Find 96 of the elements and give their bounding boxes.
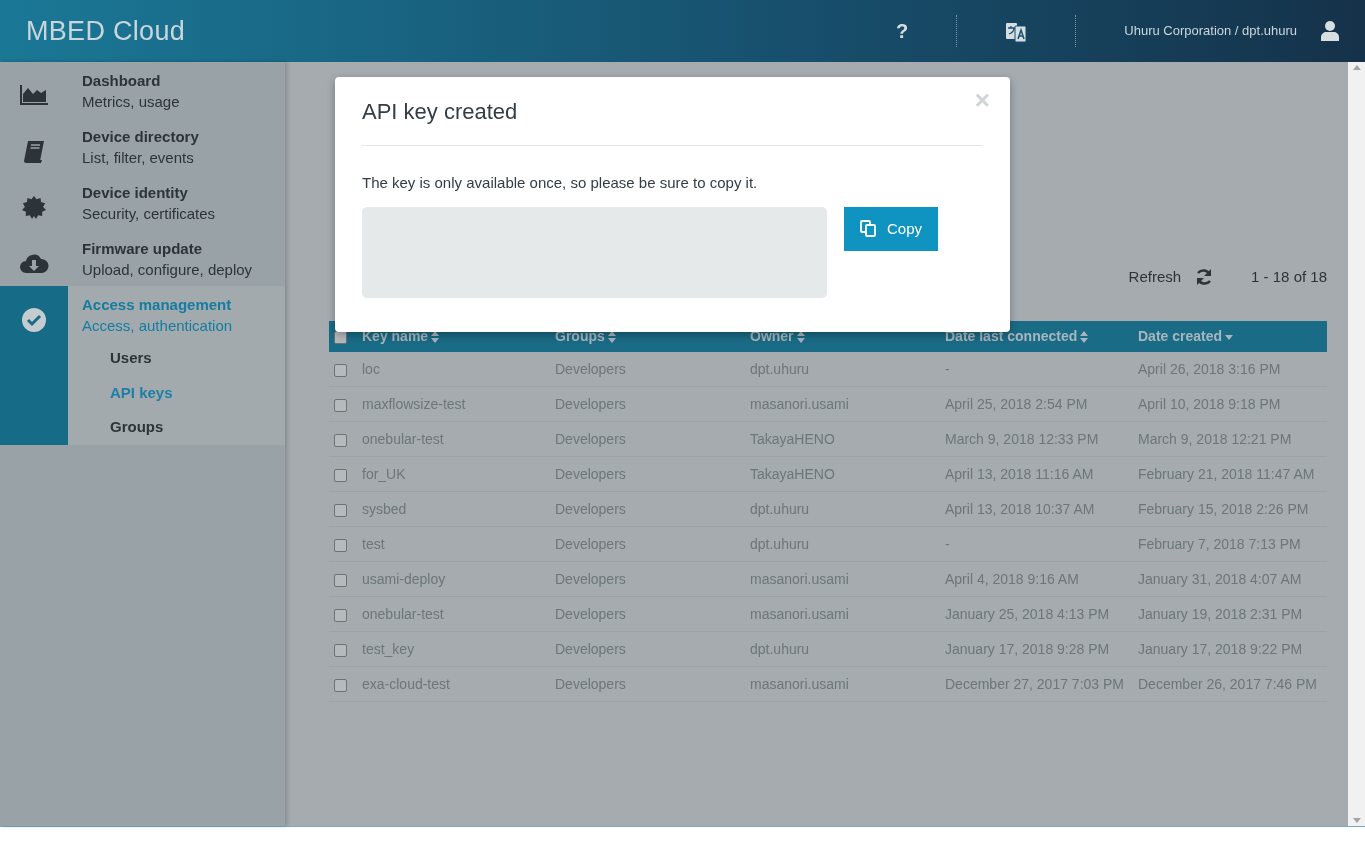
row-checkbox[interactable]	[334, 363, 347, 377]
table-cell: Developers	[555, 431, 626, 447]
translate-icon[interactable]	[1005, 20, 1028, 43]
nav-subtitle: Upload, configure, deploy	[82, 260, 254, 281]
table-cell: February 15, 2018 2:26 PM	[1138, 501, 1309, 517]
table-cell: January 25, 2018 4:13 PM	[945, 606, 1110, 622]
nav-title[interactable]: Access management	[82, 295, 285, 316]
table-cell: masanori.usami	[750, 396, 849, 412]
modal-message: The key is only available once, so please be sure to copy it.	[362, 173, 759, 194]
cloud-download-icon	[19, 252, 49, 274]
pagination-label: 1 - 18 of 18	[1251, 266, 1327, 287]
row-checkbox[interactable]	[334, 608, 347, 622]
table-cell: -	[945, 536, 950, 552]
logo[interactable]: MBED Cloud	[26, 10, 186, 52]
table-cell: Developers	[555, 571, 626, 587]
nav-title[interactable]: Device directory	[82, 127, 285, 148]
row-checkbox[interactable]	[334, 468, 347, 482]
table-cell: dpt.uhuru	[750, 361, 810, 377]
row-checkbox[interactable]	[334, 678, 347, 692]
account-name[interactable]: Uhuru Corporation / dpt.uhuru	[1124, 21, 1297, 41]
table-cell: January 17, 2018 9:28 PM	[945, 641, 1110, 657]
table-cell: April 4, 2018 9:16 AM	[945, 571, 1079, 587]
nav-title[interactable]: Firmware update	[82, 239, 285, 260]
table-cell: December 26, 2017 7:46 PM	[1138, 676, 1317, 692]
table-cell: April 10, 2018 9:18 PM	[1138, 396, 1281, 412]
key-name-link[interactable]: for_UK	[362, 466, 406, 482]
table-cell: Developers	[555, 536, 626, 552]
table-cell: dpt.uhuru	[750, 536, 810, 552]
key-name-link[interactable]: loc	[362, 361, 380, 377]
table-cell: March 9, 2018 12:33 PM	[945, 431, 1099, 447]
key-name-link[interactable]: sysbed	[362, 501, 407, 517]
table-cell: Developers	[555, 501, 626, 517]
table-cell: Developers	[555, 676, 626, 692]
book-icon	[22, 140, 46, 164]
key-name-link[interactable]: usami-deploy	[362, 571, 446, 587]
table-cell: April 25, 2018 2:54 PM	[945, 396, 1088, 412]
table-cell: -	[945, 361, 950, 377]
table-cell: April 13, 2018 10:37 AM	[945, 501, 1095, 517]
nav-title[interactable]: Dashboard	[82, 71, 285, 92]
column-label[interactable]: Owner	[750, 328, 794, 344]
column-label[interactable]: Groups	[555, 328, 605, 344]
table-cell: March 9, 2018 12:21 PM	[1138, 431, 1292, 447]
row-checkbox[interactable]	[334, 643, 347, 657]
table-cell: April 13, 2018 11:16 AM	[945, 466, 1094, 482]
table-cell: TakayaHENO	[750, 431, 835, 447]
row-checkbox[interactable]	[334, 503, 347, 517]
api-key-field[interactable]	[362, 206, 827, 298]
table-cell: dpt.uhuru	[750, 641, 810, 657]
check-circle-icon	[22, 308, 46, 332]
key-name-link[interactable]: onebular-test	[362, 431, 444, 447]
help-button[interactable]: ?	[896, 16, 909, 46]
nav-subitem[interactable]: API keys	[82, 375, 285, 410]
copy-button[interactable]: Copy	[844, 206, 939, 251]
badge-icon	[22, 196, 46, 220]
nav-subtitle: Metrics, usage	[82, 92, 181, 113]
key-name-link[interactable]: exa-cloud-test	[362, 676, 450, 692]
table-cell: January 17, 2018 9:22 PM	[1138, 641, 1303, 657]
scrollbar[interactable]	[1348, 62, 1365, 826]
refresh-icon	[1195, 268, 1214, 286]
nav-subtitle: Security, certificates	[82, 204, 217, 225]
row-checkbox[interactable]	[334, 538, 347, 552]
table-cell: Developers	[555, 606, 626, 622]
table-cell: dpt.uhuru	[750, 501, 810, 517]
table-cell: February 21, 2018 11:47 AM	[1138, 466, 1315, 482]
user-icon	[1321, 21, 1339, 41]
key-name-link[interactable]: test	[362, 536, 385, 552]
table-cell: Developers	[555, 641, 626, 657]
table-cell: Developers	[555, 361, 626, 377]
row-checkbox[interactable]	[334, 398, 347, 412]
scroll-up-icon	[1352, 65, 1361, 70]
table-cell: TakayaHENO	[750, 466, 835, 482]
key-name-link[interactable]: onebular-test	[362, 606, 444, 622]
table-cell: January 31, 2018 4:07 AM	[1138, 571, 1302, 587]
refresh-label[interactable]: Refresh	[1128, 265, 1182, 289]
table-cell: masanori.usami	[750, 606, 849, 622]
table-cell: Developers	[555, 396, 626, 412]
chart-icon	[19, 84, 49, 106]
nav-subtitle: Access, authentication	[82, 316, 234, 337]
nav-subtitle: List, filter, events	[82, 148, 195, 169]
table-cell: Developers	[555, 466, 626, 482]
table-cell: December 27, 2017 7:03 PM	[945, 676, 1124, 692]
row-checkbox[interactable]	[334, 573, 347, 587]
key-name-link[interactable]: test_key	[362, 641, 415, 657]
column-label[interactable]: Key name	[362, 328, 429, 344]
nav-subitem[interactable]: Users	[82, 341, 285, 376]
key-name-link[interactable]: maxflowsize-test	[362, 396, 466, 412]
row-checkbox[interactable]	[334, 433, 347, 447]
table-cell: masanori.usami	[750, 676, 849, 692]
scroll-down-icon	[1352, 818, 1361, 823]
table-cell: masanori.usami	[750, 571, 849, 587]
nav-title[interactable]: Device identity	[82, 183, 285, 204]
table-cell: April 26, 2018 3:16 PM	[1138, 361, 1281, 377]
nav-subitem[interactable]: Groups	[82, 410, 285, 445]
table-cell: February 7, 2018 7:13 PM	[1138, 536, 1301, 552]
copy-icon	[860, 220, 877, 238]
table-cell: January 19, 2018 2:31 PM	[1138, 606, 1303, 622]
